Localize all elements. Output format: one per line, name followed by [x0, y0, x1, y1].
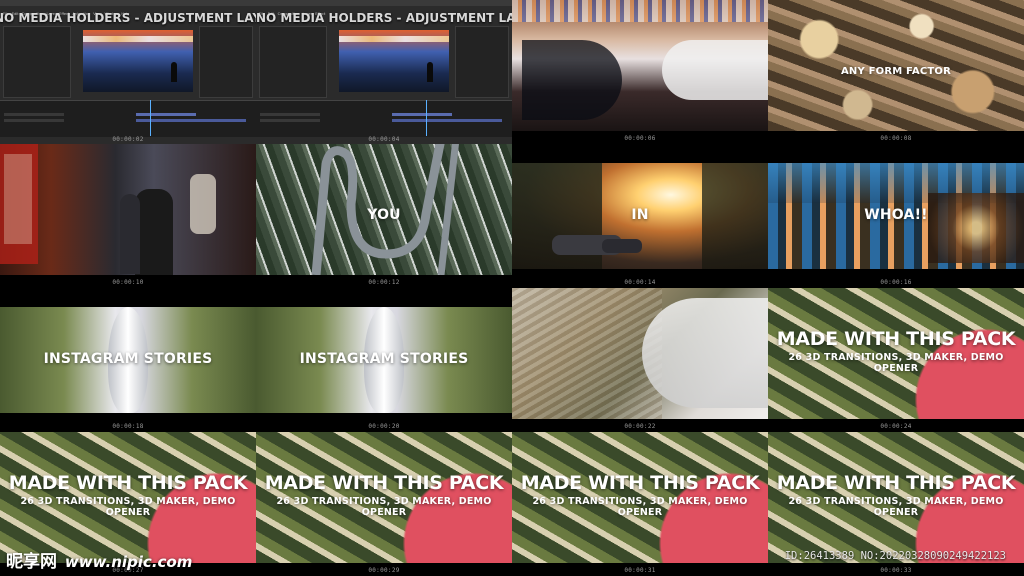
- timecode-label: 00:00:14: [624, 279, 656, 286]
- effects-panel: [199, 26, 253, 98]
- frame-cell-6[interactable]: YOU 00:00:12: [256, 144, 512, 288]
- frame-cell-1[interactable]: File Edit Composition Layer Effect Animation V…: [0, 0, 256, 144]
- timeline-track-bar[interactable]: [136, 113, 196, 116]
- watermark-id: ID:26413389 NO:20220328090249422123: [784, 550, 1006, 562]
- timeline-track-bar[interactable]: [392, 119, 502, 122]
- playhead[interactable]: [426, 100, 427, 136]
- timecode-label: 00:00:12: [368, 279, 400, 286]
- project-panel: [259, 26, 327, 98]
- timecode-label: 00:00:29: [368, 567, 400, 574]
- video-frame: [512, 288, 768, 419]
- main-title: MADE WITH THIS PACK: [520, 472, 760, 494]
- frame-cell-5[interactable]: 00:00:10: [0, 144, 256, 288]
- ae-menubar: File Edit Composition Layer Effect Animation V…: [0, 0, 256, 16]
- frame-cell-15[interactable]: MADE WITH THIS PACK 26 3D TRANSITIONS, 3…: [512, 432, 768, 576]
- timeline-track-bar[interactable]: [392, 113, 452, 116]
- caption-text: WHOA!!: [864, 207, 928, 223]
- caption-text: ANY FORM FACTOR: [840, 66, 952, 77]
- timecode-label: 00:00:18: [112, 423, 144, 430]
- ae-overlay-title: NO MEDIA HOLDERS - ADJUSTMENT LAYERS SYS…: [0, 11, 256, 25]
- main-title: MADE WITH THIS PACK: [264, 472, 504, 494]
- timecode-label: 00:00:22: [624, 423, 656, 430]
- ae-screenshot-frame: File Edit Composition Layer Effect NO MEDIA …: [256, 0, 512, 144]
- ae-overlay-title: NO MEDIA HOLDERS - ADJUSTMENT LAYERS SYS…: [256, 11, 512, 25]
- frame-cell-2[interactable]: File Edit Composition Layer Effect NO MEDIA …: [256, 0, 512, 144]
- caption-text: IN: [631, 207, 649, 223]
- timecode-label: 00:00:31: [624, 567, 656, 574]
- ae-screenshot-frame: File Edit Composition Layer Effect Animation V…: [0, 0, 256, 144]
- timeline-layer-row[interactable]: [4, 119, 64, 122]
- frame-cell-9[interactable]: INSTAGRAM STORIES 00:00:18: [0, 288, 256, 432]
- main-title: MADE WITH THIS PACK: [776, 328, 1016, 350]
- ae-menubar: File Edit Composition Layer Effect: [256, 0, 512, 16]
- timecode-label: 00:00:16: [880, 279, 912, 286]
- frame-cell-8[interactable]: WHOA!! 00:00:16: [768, 144, 1024, 288]
- timeline-layer-row[interactable]: [260, 119, 320, 122]
- timecode-label: 00:00:08: [880, 135, 912, 142]
- timecode-label: 00:00:04: [368, 136, 400, 143]
- frame-cell-11[interactable]: 00:00:22: [512, 288, 768, 432]
- main-title: MADE WITH THIS PACK: [8, 472, 248, 494]
- subtitle: 26 3D TRANSITIONS, 3D MAKER, DEMO OPENER: [276, 496, 492, 518]
- frame-cell-14[interactable]: MADE WITH THIS PACK 26 3D TRANSITIONS, 3…: [256, 432, 512, 576]
- timecode-label: 00:00:24: [880, 423, 912, 430]
- timecode-label: 00:00:10: [112, 279, 144, 286]
- timecode-label: 00:00:33: [880, 567, 912, 574]
- playhead[interactable]: [150, 100, 151, 136]
- subtitle: 26 3D TRANSITIONS, 3D MAKER, DEMO OPENER: [532, 496, 748, 518]
- timecode-label: 00:00:06: [624, 135, 656, 142]
- frame-cell-12[interactable]: MADE WITH THIS PACK 26 3D TRANSITIONS, 3…: [768, 288, 1024, 432]
- subtitle: 26 3D TRANSITIONS, 3D MAKER, DEMO OPENER: [788, 496, 1004, 518]
- watermark-url: www.nipic.com: [64, 553, 193, 571]
- video-frame: [512, 0, 768, 131]
- frame-cell-7[interactable]: IN 00:00:14: [512, 144, 768, 288]
- composition-viewer: [83, 30, 193, 92]
- subtitle: 26 3D TRANSITIONS, 3D MAKER, DEMO OPENER: [788, 352, 1004, 374]
- frame-cell-4[interactable]: ANY FORM FACTOR 00:00:08: [768, 0, 1024, 144]
- caption-text: YOU: [367, 207, 401, 223]
- timeline-layer-row[interactable]: [260, 113, 320, 116]
- timecode-label: 00:00:20: [368, 423, 400, 430]
- timeline-track-bar[interactable]: [136, 119, 246, 122]
- subtitle: 26 3D TRANSITIONS, 3D MAKER, DEMO OPENER: [20, 496, 236, 518]
- caption-text: INSTAGRAM STORIES: [43, 351, 213, 367]
- video-frame: [0, 144, 256, 275]
- watermark-logo-text: 昵享网: [6, 552, 57, 572]
- timeline-layer-row[interactable]: [4, 113, 64, 116]
- caption-text: INSTAGRAM STORIES: [299, 351, 469, 367]
- frame-cell-10[interactable]: INSTAGRAM STORIES 00:00:20: [256, 288, 512, 432]
- effects-panel: [455, 26, 509, 98]
- composition-viewer: [339, 30, 449, 92]
- frame-cell-3[interactable]: 00:00:06: [512, 0, 768, 144]
- watermark-logo: 昵享网 www.nipic.com: [6, 547, 192, 572]
- timecode-label: 00:00:02: [112, 136, 144, 143]
- main-title: MADE WITH THIS PACK: [776, 472, 1016, 494]
- project-panel: [3, 26, 71, 98]
